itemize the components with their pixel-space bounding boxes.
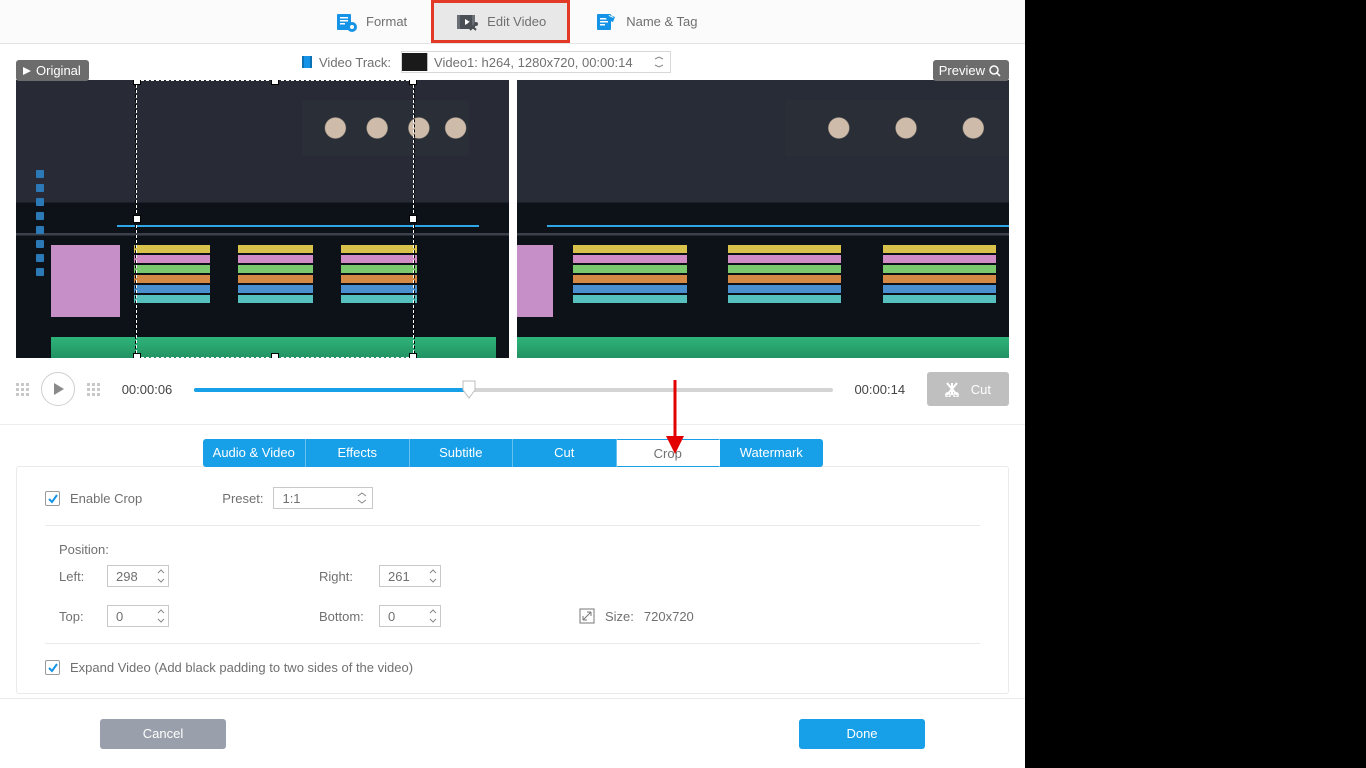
expand-video-checkbox[interactable] (45, 660, 60, 675)
crop-handle-s[interactable] (271, 353, 279, 358)
preview-badge: Preview (933, 60, 1009, 81)
time-current: 00:00:06 (112, 382, 182, 397)
grip-right-icon[interactable] (87, 383, 100, 396)
format-icon (334, 10, 358, 34)
stepper-icon[interactable] (427, 607, 439, 625)
video-track-icon (301, 55, 313, 69)
right-label: Right: (319, 569, 369, 584)
size-label: Size: (605, 609, 634, 624)
tab-cut[interactable]: Cut (513, 439, 617, 467)
crop-panel: Enable Crop Preset: 1:1 Position: Left: … (16, 466, 1009, 694)
preview-pane (517, 80, 1010, 358)
tab-name-tag-label: Name & Tag (626, 14, 697, 29)
video-track-value: Video1: h264, 1280x720, 00:00:14 (434, 55, 633, 70)
tab-edit-video-label: Edit Video (487, 14, 546, 29)
preview-stage (0, 80, 1025, 358)
preset-label: Preset: (222, 491, 263, 506)
play-icon (22, 66, 32, 76)
cut-button[interactable]: Cut (927, 372, 1009, 406)
footer: Cancel Done (0, 698, 1025, 768)
video-content (517, 80, 1010, 358)
right-value: 261 (388, 569, 410, 584)
position-label: Position: (59, 542, 980, 557)
timeline[interactable] (194, 380, 833, 398)
preset-select[interactable]: 1:1 (273, 487, 373, 509)
done-button[interactable]: Done (799, 719, 925, 749)
size-value: 720x720 (644, 609, 694, 624)
preset-value: 1:1 (282, 491, 300, 506)
left-input[interactable]: 298 (107, 565, 169, 587)
tab-subtitle[interactable]: Subtitle (410, 439, 514, 467)
video-track-row: Video Track: Video1: h264, 1280x720, 00:… (0, 44, 1025, 80)
stepper-icon[interactable] (427, 567, 439, 585)
original-pane[interactable] (16, 80, 509, 358)
left-value: 298 (116, 569, 138, 584)
top-input[interactable]: 0 (107, 605, 169, 627)
crop-handle-w[interactable] (133, 215, 141, 223)
bottom-value: 0 (388, 609, 395, 624)
name-tag-icon (594, 10, 618, 34)
annotation-arrow-icon (663, 378, 687, 458)
crop-handle-ne[interactable] (409, 80, 417, 85)
video-track-select[interactable]: Video1: h264, 1280x720, 00:00:14 (401, 51, 671, 73)
settings-area: Audio & Video Effects Subtitle Cut Crop … (0, 425, 1025, 694)
tab-edit-video[interactable]: Edit Video (431, 0, 570, 43)
expand-video-label: Expand Video (Add black padding to two s… (70, 660, 413, 675)
bottom-label: Bottom: (319, 609, 369, 624)
timeline-knob[interactable] (461, 380, 477, 400)
play-button[interactable] (41, 372, 75, 406)
video-track-label: Video Track: (301, 55, 391, 70)
crop-handle-n[interactable] (271, 80, 279, 85)
chevron-down-icon (654, 56, 664, 68)
size-icon (579, 608, 595, 624)
tab-name-tag[interactable]: Name & Tag (570, 0, 721, 43)
chevron-updown-icon (357, 491, 367, 505)
left-label: Left: (59, 569, 97, 584)
tab-format-label: Format (366, 14, 407, 29)
crop-handle-se[interactable] (409, 353, 417, 358)
search-icon (989, 65, 1001, 77)
edit-video-icon (455, 10, 479, 34)
tab-watermark[interactable]: Watermark (720, 439, 823, 467)
crop-handle-nw[interactable] (133, 80, 141, 85)
enable-crop-checkbox[interactable] (45, 491, 60, 506)
top-label: Top: (59, 609, 97, 624)
tab-effects[interactable]: Effects (306, 439, 410, 467)
top-value: 0 (116, 609, 123, 624)
tab-format[interactable]: Format (310, 0, 431, 43)
stepper-icon[interactable] (155, 607, 167, 625)
bottom-input[interactable]: 0 (379, 605, 441, 627)
right-input[interactable]: 261 (379, 565, 441, 587)
scissors-icon (945, 381, 963, 397)
time-total: 00:00:14 (845, 382, 915, 397)
cancel-button[interactable]: Cancel (100, 719, 226, 749)
playback-bar: 00:00:06 00:00:14 Cut (0, 358, 1025, 425)
enable-crop-label: Enable Crop (70, 491, 142, 506)
crop-handle-sw[interactable] (133, 353, 141, 358)
tab-audio-video[interactable]: Audio & Video (203, 439, 307, 467)
stepper-icon[interactable] (155, 567, 167, 585)
original-badge: Original (16, 60, 89, 81)
grip-left-icon[interactable] (16, 383, 29, 396)
settings-tabs: Audio & Video Effects Subtitle Cut Crop … (203, 439, 823, 467)
video-track-thumb (402, 53, 428, 71)
crop-selection[interactable] (136, 80, 414, 358)
top-tabbar: Format Edit Video Name & Tag (0, 0, 1025, 44)
crop-handle-e[interactable] (409, 215, 417, 223)
